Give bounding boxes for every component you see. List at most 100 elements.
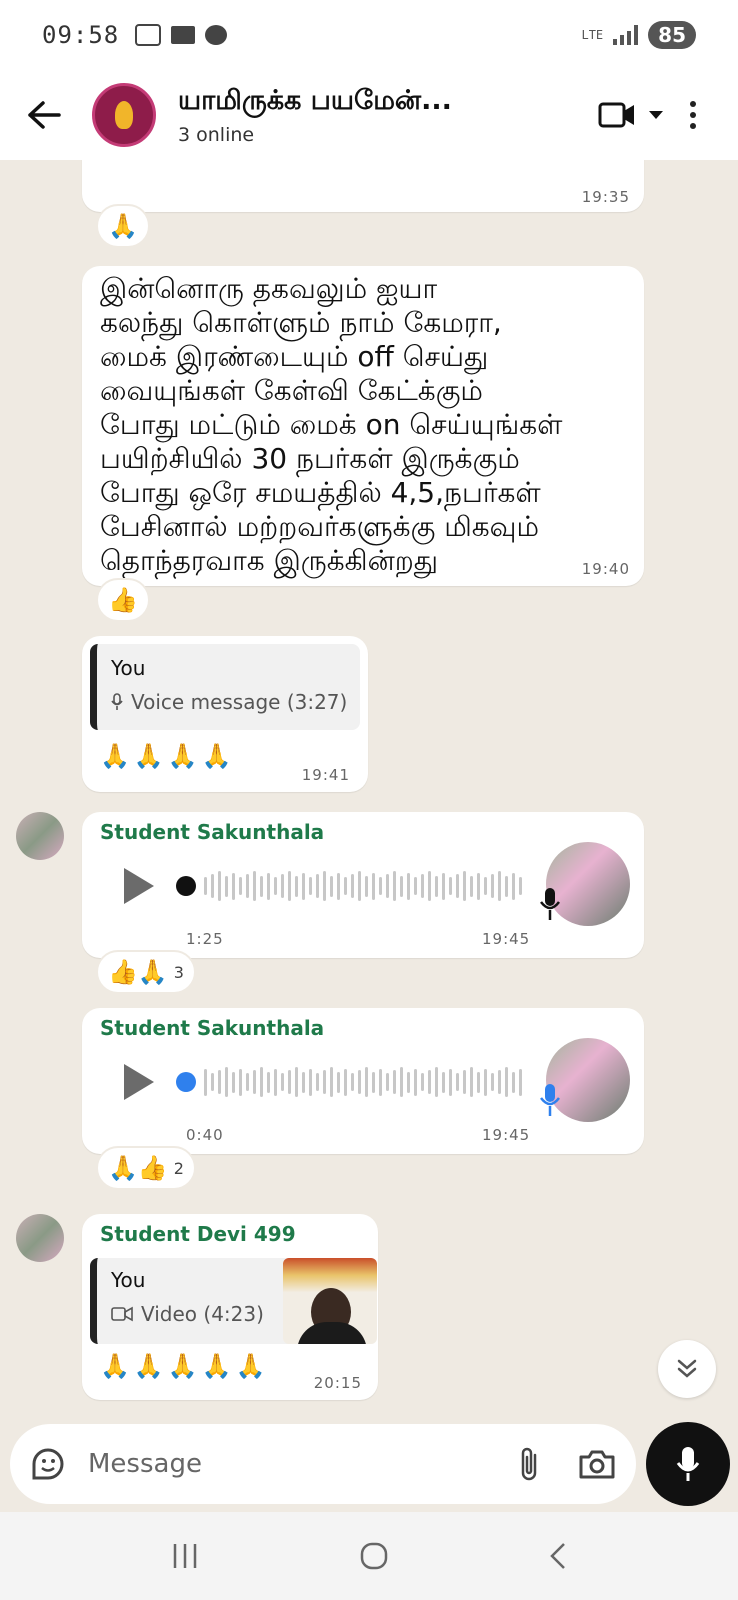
scroll-down-button[interactable] [658,1340,716,1398]
battery-level: 85 [648,21,696,49]
message-reaction[interactable]: 🙏👍 2 [96,1146,196,1190]
waveform-bar [225,1067,228,1097]
waveform-bar [379,877,382,895]
message-reaction[interactable]: 🙏 [96,204,150,248]
more-options-button[interactable] [678,101,708,129]
waveform-bar [505,875,508,897]
playback-dot[interactable] [176,876,196,896]
waveform-bar [491,1073,494,1091]
camera-icon[interactable] [578,1448,616,1480]
waveform-bar [344,1068,347,1096]
waveform-bar [484,1068,487,1096]
playback-dot[interactable] [176,1072,196,1092]
waveform-bar [274,1068,277,1096]
waveform-bar [372,1071,375,1093]
waveform-bar [253,871,256,901]
waveform-bar [253,1070,256,1094]
message-time: 19:40 [581,560,630,578]
sender-avatar[interactable] [16,812,64,860]
waveform-bar [407,872,410,900]
waveform-bar [323,1070,326,1094]
voice-record-button[interactable] [646,1422,730,1506]
quote-meta-text: Video (4:23) [141,1302,264,1326]
waveform-bar [428,1070,431,1094]
waveform-bar [407,1071,410,1093]
sticker-icon[interactable] [30,1446,66,1482]
waveform[interactable] [204,869,522,903]
group-info[interactable]: யாமிருக்க பயமேன்... 3 online [178,85,452,146]
quoted-message[interactable]: You Voice message (3:27) [90,644,360,730]
waveform-bar [414,1068,417,1096]
waveform-bar [246,1073,249,1091]
message-line: இன்னொரு தகவலும் ஐயா [100,272,438,305]
home-icon[interactable] [359,1541,389,1571]
waveform-bar [519,1068,522,1096]
play-icon[interactable] [118,1062,158,1102]
attach-icon[interactable] [518,1445,540,1483]
quoted-message[interactable]: You Video (4:23) [90,1258,377,1344]
waveform-bar [379,1068,382,1096]
back-nav-icon[interactable] [548,1541,568,1571]
network-type: LTE [581,28,604,42]
sender-name[interactable]: Student Devi 499 [100,1222,296,1246]
sender-avatar[interactable] [16,1214,64,1262]
sender-name[interactable]: Student Sakunthala [100,1016,324,1040]
waveform-bar [211,874,214,898]
recents-icon[interactable] [170,1542,200,1570]
header-actions [598,100,738,130]
waveform[interactable] [204,1065,522,1099]
waveform-bar [463,871,466,901]
notification-icons [135,24,228,46]
reaction-emoji: 👍 [108,586,138,614]
waveform-bar [232,1071,235,1093]
waveform-bar [414,877,417,895]
mic-icon [540,1084,560,1116]
reaction-count: 3 [173,962,184,982]
message-line: பேசினால் மற்றவர்களுக்கு மிகவும் [100,510,540,543]
mic-icon [540,888,560,920]
sender-name[interactable]: Student Sakunthala [100,820,324,844]
waveform-bar [463,1070,466,1094]
waveform-bar [309,1068,312,1096]
message-input[interactable] [88,1449,448,1479]
message-reaction[interactable]: 👍 [96,578,150,622]
waveform-bar [470,875,473,897]
waveform-bar [498,871,501,901]
waveform-bar [386,874,389,898]
status-right: LTE 85 [581,21,696,49]
chat-area[interactable]: 19:35 🙏 இன்னொரு தகவலும் ஐயா கலந்து கொள்ள… [0,160,738,1412]
reaction-emoji: 🙏 [108,212,138,240]
chevron-down-icon [649,111,663,119]
message-bubble[interactable]: 19:35 [82,160,644,212]
quote-meta-text: Voice message (3:27) [131,690,348,714]
message-line: பயிற்சியில் 30 நபர்கள் இருக்கும் [100,442,520,475]
waveform-bar [302,872,305,900]
lamp-logo [115,101,133,129]
message-bubble[interactable]: இன்னொரு தகவலும் ஐயா கலந்து கொள்ளும் நாம்… [82,266,644,586]
waveform-bar [211,1073,214,1091]
back-button[interactable] [24,95,64,135]
message-reaction[interactable]: 👍🙏 3 [96,950,196,994]
group-avatar[interactable] [92,83,156,147]
waveform-bar [393,1070,396,1094]
play-icon[interactable] [118,866,158,906]
message-bubble[interactable]: Student Devi 499 You Video (4:23) 🙏🙏🙏🙏🙏 … [82,1214,378,1400]
video-call-button[interactable] [598,100,664,130]
message-line: தொந்தரவாக இருக்கின்றது [100,544,439,577]
back-arrow-icon [28,101,61,129]
video-thumbnail [283,1258,377,1344]
waveform-bar [505,1067,508,1097]
waveform-bar [449,1068,452,1096]
waveform-bar [232,872,235,900]
message-bubble[interactable]: You Voice message (3:27) 🙏🙏🙏🙏 19:41 [82,636,368,792]
voice-message-bubble[interactable]: Student Sakunthala 0:40 19:45 [82,1008,644,1154]
waveform-bar [442,1071,445,1093]
waveform-bar [323,871,326,901]
quote-meta: Voice message (3:27) [111,690,347,714]
voice-message-bubble[interactable]: Student Sakunthala 1:25 19:45 [82,812,644,958]
message-time: 19:45 [482,930,531,948]
waveform-bar [421,874,424,898]
waveform-bar [225,875,228,897]
waveform-bar [484,877,487,895]
waveform-bar [365,1067,368,1097]
